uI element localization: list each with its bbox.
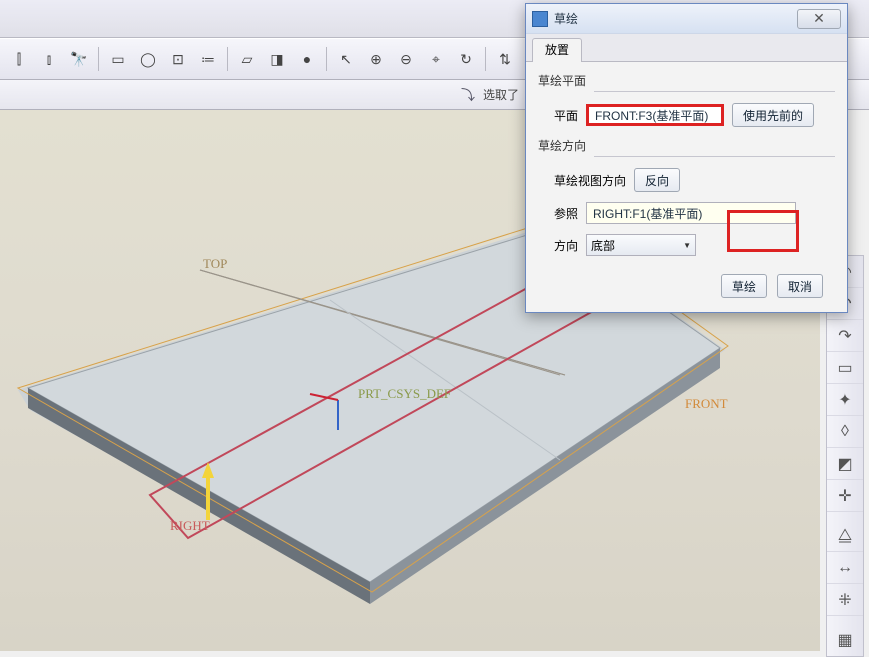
sphere-icon[interactable]: ● (294, 46, 320, 72)
split-horz-icon[interactable]: ⫾ (36, 46, 62, 72)
align-icon[interactable]: ↔ (827, 552, 863, 584)
rail-separator (827, 512, 863, 520)
cancel-button[interactable]: 取消 (777, 274, 823, 298)
svg-text:FRONT: FRONT (685, 396, 728, 411)
curve-rt-icon[interactable]: ↷ (827, 320, 863, 352)
view-direction-label: 草绘视图方向 (554, 172, 626, 189)
tab-placement-label: 放置 (545, 43, 569, 57)
svg-text:PRT_CSYS_DEF: PRT_CSYS_DEF (358, 386, 451, 401)
divider (594, 91, 835, 92)
orient-icon[interactable]: ⇅ (492, 46, 518, 72)
dialog-tabstrip: 放置 (526, 34, 847, 62)
toolbar-separator (326, 47, 327, 71)
toolbar-separator (98, 47, 99, 71)
use-previous-button[interactable]: 使用先前的 (732, 103, 814, 127)
chevron-down-icon: ▼ (683, 241, 691, 250)
sketch-plane-icon[interactable]: ◊ (827, 416, 863, 448)
zoom-out-icon[interactable]: ⊖ (393, 46, 419, 72)
dialog-titlebar[interactable]: 草绘 ✕ (526, 4, 847, 34)
zoom-fit-icon[interactable]: ⌖ (423, 46, 449, 72)
toolbar-separator (485, 47, 486, 71)
svg-text:RIGHT: RIGHT (170, 518, 210, 533)
dialog-icon (532, 11, 548, 27)
selection-status-label: 选取了 (483, 86, 519, 103)
sketch-button[interactable]: 草绘 (721, 274, 767, 298)
reference-input[interactable]: RIGHT:F1(基准平面) (586, 202, 796, 224)
lasso-icon[interactable]: ◯ (135, 46, 161, 72)
reference-value: RIGHT:F1(基准平面) (593, 205, 702, 222)
dialog-close-button[interactable]: ✕ (797, 9, 841, 29)
split-vert-icon[interactable]: ⫿ (6, 46, 32, 72)
group-sketch-plane-label: 草绘平面 (538, 72, 586, 89)
ref-tool-icon[interactable]: ✦ (827, 384, 863, 416)
reverse-button[interactable]: 反向 (634, 168, 680, 192)
cube-shaded-icon[interactable]: ◨ (264, 46, 290, 72)
dialog-title: 草绘 (554, 10, 797, 27)
orientation-label: 方向 (554, 237, 578, 254)
grid-icon[interactable]: ▦ (827, 624, 863, 656)
csys-icon[interactable]: ✛ (827, 480, 863, 512)
orientation-combo[interactable]: 底部 ▼ (586, 234, 696, 256)
binoculars-icon[interactable]: 🔭 (66, 46, 92, 72)
select-cursor-icon: ⤵ (461, 85, 475, 105)
reverse-label: 反向 (645, 172, 669, 189)
use-previous-label: 使用先前的 (743, 107, 803, 124)
svg-text:TOP: TOP (203, 256, 227, 271)
pattern-icon[interactable]: ⁜ (827, 584, 863, 616)
toolbar-separator (227, 47, 228, 71)
orientation-value: 底部 (591, 237, 615, 254)
tab-placement[interactable]: 放置 (532, 38, 582, 62)
feature-tool-rail: ◠↶↷▭✦◊◩✛⧋↔⁜▦ (826, 255, 864, 657)
sketch-dialog: 草绘 ✕ 放置 草绘平面 平面 FRONT:F3(基准平面) 使用先前的 草绘方… (525, 3, 848, 313)
region-icon[interactable]: ◩ (827, 448, 863, 480)
zoom-in-icon[interactable]: ⊕ (363, 46, 389, 72)
box-select-icon[interactable]: ▭ (105, 46, 131, 72)
mirror-icon[interactable]: ⧋ (827, 520, 863, 552)
divider (594, 156, 835, 157)
reference-label: 参照 (554, 205, 578, 222)
close-icon: ✕ (813, 10, 825, 27)
plane-tool-icon[interactable]: ▭ (827, 352, 863, 384)
node-select-icon[interactable]: ⊡ (165, 46, 191, 72)
cube-wire-icon[interactable]: ▱ (234, 46, 260, 72)
refresh-icon[interactable]: ↻ (453, 46, 479, 72)
plane-value: FRONT:F3(基准平面) (595, 107, 708, 124)
plane-input[interactable]: FRONT:F3(基准平面) (586, 104, 724, 126)
arrow-cursor-icon[interactable]: ↖ (333, 46, 359, 72)
cancel-button-label: 取消 (788, 278, 812, 295)
rail-separator (827, 616, 863, 624)
sketch-button-label: 草绘 (732, 278, 756, 295)
plane-label: 平面 (554, 107, 578, 124)
filter-icon[interactable]: ≔ (195, 46, 221, 72)
group-sketch-dir-label: 草绘方向 (538, 137, 586, 154)
